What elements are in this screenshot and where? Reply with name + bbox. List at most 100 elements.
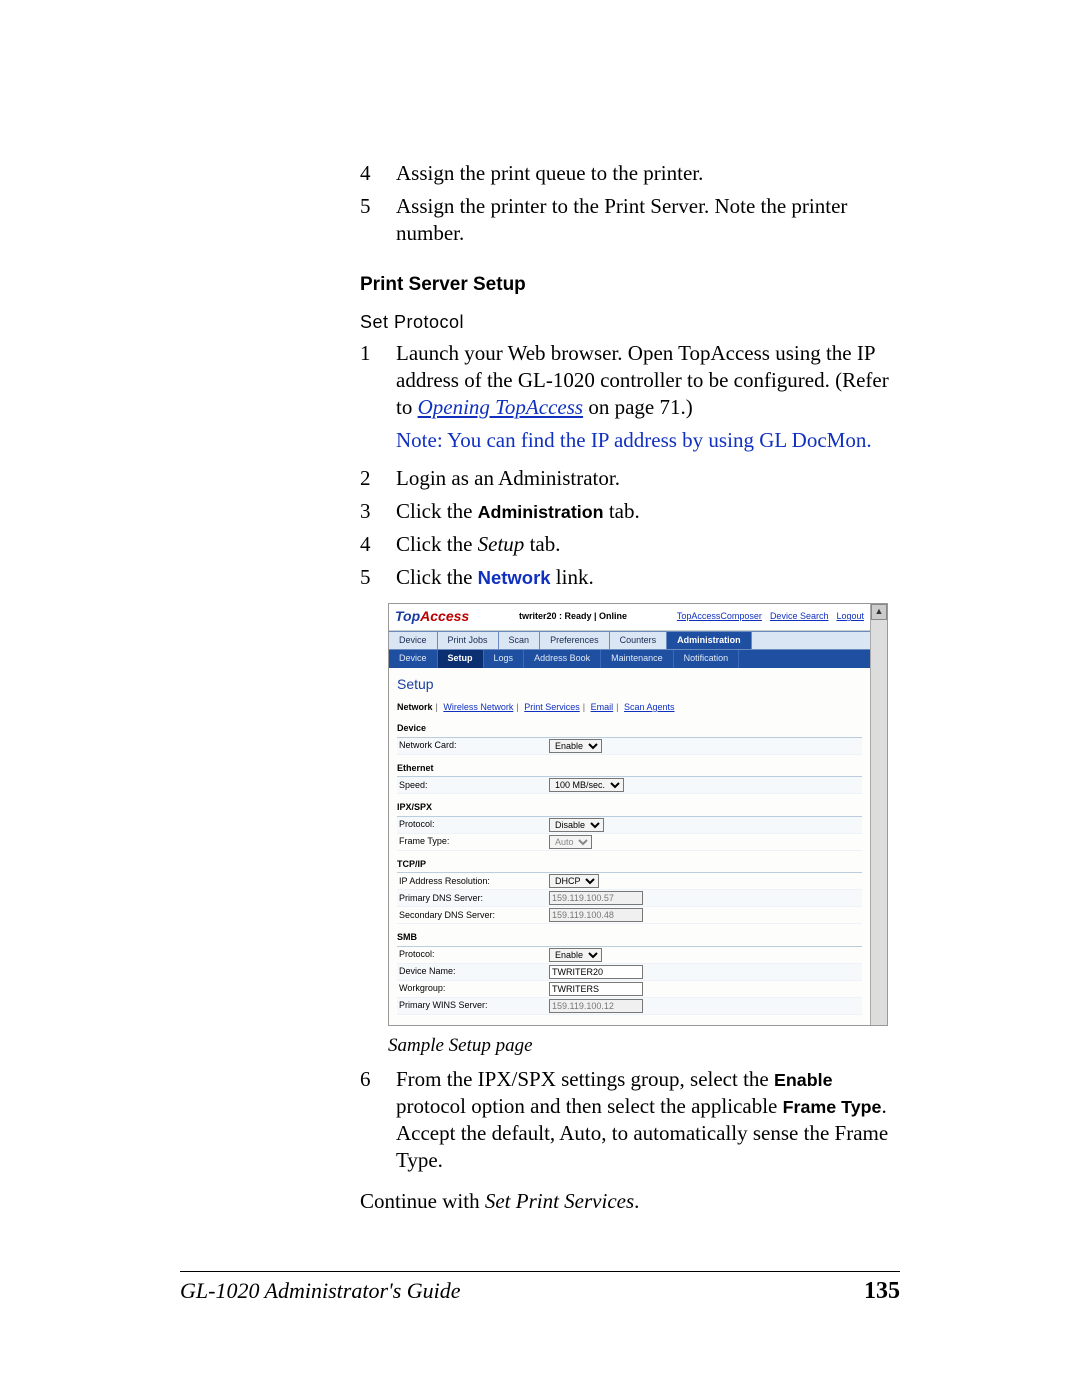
ta-input[interactable] [549,891,643,905]
tab-printjobs[interactable]: Print Jobs [438,632,499,650]
sublink-printservices[interactable]: Print Services [524,702,580,712]
note-text: Note: You can find the IP address by usi… [396,427,900,454]
step-1: 1 Launch your Web browser. Open TopAcces… [360,340,900,460]
ta-status: twriter20 : Ready | Online [469,611,677,623]
ta-field-label: Speed: [397,780,549,792]
bold-text: Administration [478,502,604,522]
text: tab. [524,532,560,556]
step-number: 4 [360,160,380,187]
step-number: 6 [360,1066,380,1174]
text: on page 71.) [583,395,693,419]
subtab-addressbook[interactable]: Address Book [524,650,601,668]
step-number: 5 [360,193,380,247]
step-text: Click the Setup tab. [396,531,900,558]
tab-scan[interactable]: Scan [499,632,541,650]
text: link. [551,565,594,589]
ta-row: Frame Type:Auto [397,834,862,851]
topaccess-composer-link[interactable]: TopAccessComposer [677,611,762,623]
sublink-network[interactable]: Network [397,702,433,712]
ta-field-label: Primary WINS Server: [397,1000,549,1012]
page-footer: GL-1020 Administrator's Guide 135 [180,1271,900,1305]
ta-row: Protocol:Enable [397,947,862,964]
ta-select[interactable]: Enable [549,739,602,753]
step-number: 3 [360,498,380,525]
logout-link[interactable]: Logout [836,611,864,623]
ta-sub-tabs: Device Setup Logs Address Book Maintenan… [389,650,870,668]
scrollbar[interactable]: ▲ [870,604,887,1025]
logo-access: Access [420,608,469,624]
italic-text: Set Print Services [485,1189,634,1213]
text: tab. [604,499,640,523]
subtab-setup[interactable]: Setup [438,650,484,668]
step-text: Assign the print queue to the printer. [396,160,900,187]
ta-input[interactable] [549,908,643,922]
ta-field-label: Workgroup: [397,983,549,995]
ta-row: Secondary DNS Server: [397,907,862,924]
device-search-link[interactable]: Device Search [770,611,829,623]
page-number: 135 [864,1278,900,1305]
ta-select[interactable]: 100 MB/sec. [549,778,624,792]
section-subheading: Set Protocol [360,311,900,334]
ta-input[interactable] [549,982,643,996]
subtab-device[interactable]: Device [389,650,438,668]
text: From the IPX/SPX settings group, select … [396,1067,774,1091]
ta-field-label: Device Name: [397,966,549,978]
tab-administration[interactable]: Administration [667,632,752,650]
subtab-maintenance[interactable]: Maintenance [601,650,674,668]
ta-row: Protocol:Disable [397,817,862,834]
setup-sublinks: Network| Wireless Network| Print Service… [397,702,862,714]
ta-field-label: Frame Type: [397,836,549,848]
step-6: 6 From the IPX/SPX settings group, selec… [360,1066,900,1174]
ta-row: Speed:100 MB/sec. [397,777,862,794]
figure-caption: Sample Setup page [388,1034,900,1058]
sublink-scanagents[interactable]: Scan Agents [624,702,675,712]
ta-section-ethernet: Ethernet [397,761,862,778]
tab-preferences[interactable]: Preferences [540,632,610,650]
ta-field-label: Protocol: [397,819,549,831]
scroll-up-icon[interactable]: ▲ [871,604,887,620]
logo-top: Top [395,608,420,624]
footer-title: GL-1020 Administrator's Guide [180,1278,461,1305]
step-3: 3 Click the Administration tab. [360,498,900,525]
ta-select[interactable]: Disable [549,818,604,832]
subtab-notification[interactable]: Notification [674,650,740,668]
ta-section-smb: SMB [397,930,862,947]
tab-counters[interactable]: Counters [610,632,668,650]
sublink-email[interactable]: Email [591,702,614,712]
ta-main-tabs: Device Print Jobs Scan Preferences Count… [389,631,870,651]
opening-topaccess-link[interactable]: Opening TopAccess [418,395,583,419]
ta-select[interactable]: DHCP [549,874,599,888]
ta-select[interactable]: Auto [549,835,592,849]
ta-header: TopAccess twriter20 : Ready | Online Top… [389,604,870,631]
step-4: 4 Click the Setup tab. [360,531,900,558]
network-link: Network [478,567,551,588]
step-text: From the IPX/SPX settings group, select … [396,1066,900,1174]
topaccess-logo: TopAccess [395,608,469,626]
text: Click the [396,565,478,589]
step-number: 2 [360,465,380,492]
text: Click the [396,499,478,523]
step-number: 4 [360,531,380,558]
text: Continue with [360,1189,485,1213]
ta-input[interactable] [549,965,643,979]
step-2: 2 Login as an Administrator. [360,465,900,492]
text: . [634,1189,639,1213]
step-text: Click the Network link. [396,564,900,591]
italic-text: Setup [478,532,525,556]
ta-select[interactable]: Enable [549,948,602,962]
ta-field-label: Network Card: [397,740,549,752]
ta-input[interactable] [549,999,643,1013]
section-heading: Print Server Setup [360,273,900,297]
tab-device[interactable]: Device [389,632,438,650]
bold-text: Enable [774,1070,833,1090]
subtab-logs[interactable]: Logs [484,650,525,668]
text: protocol option and then select the appl… [396,1094,783,1118]
panel-title: Setup [397,676,862,694]
ta-field-label: Secondary DNS Server: [397,910,549,922]
step-4-top: 4 Assign the print queue to the printer. [360,160,900,187]
text: Click the [396,532,478,556]
ta-row: Network Card:Enable [397,738,862,755]
ta-row: Primary DNS Server: [397,890,862,907]
ta-row: Primary WINS Server: [397,998,862,1015]
sublink-wireless[interactable]: Wireless Network [443,702,513,712]
